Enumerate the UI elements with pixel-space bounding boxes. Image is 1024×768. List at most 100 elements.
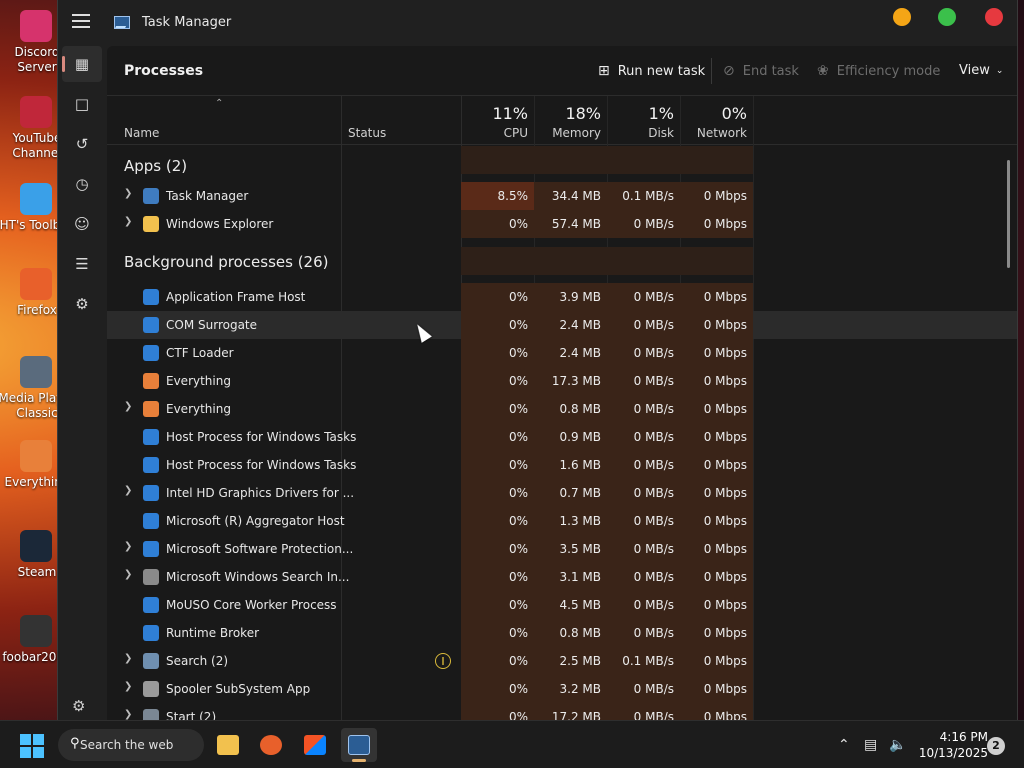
taskbar-store[interactable]	[297, 728, 333, 762]
chevron-right-icon[interactable]: ❯	[124, 681, 132, 692]
minimize-button[interactable]	[893, 8, 911, 26]
clock-time: 4:16 PM	[939, 730, 988, 744]
discord-icon	[20, 10, 52, 42]
services-icon: ⚙	[75, 295, 89, 313]
close-button[interactable]	[985, 8, 1003, 26]
process-row[interactable]: 0% 3.2 MB 0 MB/s 0 Mbps ❯ Spooler SubSystem A…	[107, 675, 1017, 703]
process-row[interactable]: 0% 2.4 MB 0 MB/s 0 Mbps CTF Loader	[107, 339, 1017, 367]
run-new-task-button[interactable]: ⊞ Run new task	[598, 63, 705, 79]
process-row[interactable]: 0% 2.4 MB 0 MB/s 0 Mbps COM Surrogate	[107, 311, 1017, 339]
firefox-icon	[20, 268, 52, 300]
group-header-apps[interactable]: Apps (2)	[124, 157, 187, 175]
process-row[interactable]: 0% 4.5 MB 0 MB/s 0 Mbps MoUSO Core Worker Pr…	[107, 591, 1017, 619]
efficiency-mode-button[interactable]: ❀ Efficiency mode	[817, 63, 940, 79]
maximize-button[interactable]	[938, 8, 956, 26]
taskbar-search[interactable]: ⚲ Search the web	[58, 729, 204, 761]
column-status[interactable]: Status	[348, 126, 386, 140]
nav-startup-apps[interactable]: ◷	[62, 166, 102, 202]
nav-processes[interactable]: ▦	[62, 46, 102, 82]
process-row[interactable]: 0% 2.5 MB 0.1 MB/s 0 Mbps ❯ Search (2) ‖	[107, 647, 1017, 675]
notification-badge[interactable]: 2	[987, 737, 1005, 755]
task-manager-icon	[348, 735, 370, 755]
folder-icon	[217, 735, 239, 755]
taskbar-file-explorer[interactable]	[210, 728, 246, 762]
end-task-button[interactable]: ⊘ End task	[723, 63, 799, 79]
process-name: Runtime Broker	[166, 626, 260, 640]
process-row[interactable]: 0% 3.5 MB 0 MB/s 0 Mbps ❯ Microsoft Software …	[107, 535, 1017, 563]
process-row[interactable]: 0% 3.9 MB 0 MB/s 0 Mbps Application Frame Ho…	[107, 283, 1017, 311]
column-network[interactable]: Network	[680, 126, 747, 140]
taskbar-firefox[interactable]	[253, 728, 289, 762]
nav-users[interactable]: ☺	[62, 206, 102, 242]
chevron-right-icon[interactable]: ❯	[124, 401, 132, 412]
end-task-label: End task	[742, 63, 799, 79]
chevron-right-icon[interactable]: ❯	[124, 541, 132, 552]
everything-icon	[143, 401, 159, 417]
view-dropdown[interactable]: View ⌄	[959, 63, 1003, 78]
title-bar[interactable]: Task Manager	[58, 0, 1017, 46]
cell-memory: 17.3 MB	[534, 367, 607, 395]
chevron-right-icon[interactable]: ❯	[124, 188, 132, 199]
start-button[interactable]	[20, 734, 44, 758]
chevron-right-icon[interactable]: ❯	[124, 485, 132, 496]
nav-details[interactable]: ☰	[62, 246, 102, 282]
chevron-right-icon[interactable]: ❯	[124, 216, 132, 227]
process-row[interactable]: 0% 57.4 MB 0 MB/s 0 Mbps ❯ Windows Explorer	[107, 210, 1017, 238]
clock-date: 10/13/2025	[918, 746, 988, 760]
cell-network: 0 Mbps	[680, 367, 753, 395]
process-row[interactable]: 0% 0.8 MB 0 MB/s 0 Mbps ❯ Everything	[107, 395, 1017, 423]
clock[interactable]: 4:16 PM 10/13/2025	[916, 729, 988, 761]
chevron-up-icon[interactable]: ⌃	[838, 737, 850, 753]
cell-cpu: 0%	[461, 423, 534, 451]
hamburger-menu-icon[interactable]	[72, 14, 90, 30]
cell-network: 0 Mbps	[680, 339, 753, 367]
cell-disk: 0 MB/s	[607, 479, 680, 507]
network-total: 0%	[721, 104, 747, 123]
cell-disk: 0 MB/s	[607, 339, 680, 367]
process-row[interactable]: 8.5% 34.4 MB 0.1 MB/s 0 Mbps ❯ Task Manager	[107, 182, 1017, 210]
process-row[interactable]: 0% 17.2 MB 0 MB/s 0 Mbps ❯ Start (2)	[107, 703, 1017, 720]
column-cpu[interactable]: CPU	[461, 126, 528, 140]
leaf-icon: ❀	[817, 63, 829, 79]
process-row[interactable]: 0% 3.1 MB 0 MB/s 0 Mbps ❯ Microsoft Windows S…	[107, 563, 1017, 591]
nav-services[interactable]: ⚙	[62, 286, 102, 322]
column-name[interactable]: Name	[124, 126, 159, 140]
column-memory[interactable]: Memory	[534, 126, 601, 140]
cell-network: 0 Mbps	[680, 283, 753, 311]
column-disk[interactable]: Disk	[607, 126, 674, 140]
process-row[interactable]: 0% 0.9 MB 0 MB/s 0 Mbps Host Process for Win…	[107, 423, 1017, 451]
table-header: ⌃ Name Status 11% CPU 18% Memory 1% Disk…	[107, 96, 1017, 145]
cell-memory: 1.3 MB	[534, 507, 607, 535]
process-name: Search (2)	[166, 654, 229, 668]
cell-cpu: 0%	[461, 703, 534, 720]
process-row[interactable]: 0% 17.3 MB 0 MB/s 0 Mbps Everything	[107, 367, 1017, 395]
taskbar-task-manager[interactable]	[341, 728, 377, 762]
volume-icon[interactable]: 🔈	[889, 737, 906, 753]
app-generic-icon	[143, 345, 159, 361]
process-name: Microsoft Windows Search In...	[166, 570, 350, 584]
view-label: View	[959, 63, 990, 78]
cell-network: 0 Mbps	[680, 563, 753, 591]
chevron-right-icon[interactable]: ❯	[124, 569, 132, 580]
process-row[interactable]: 0% 0.7 MB 0 MB/s 0 Mbps ❯ Intel HD Graphics D…	[107, 479, 1017, 507]
network-icon[interactable]: ▤	[864, 737, 877, 753]
window-title: Task Manager	[142, 15, 232, 30]
process-row[interactable]: 0% 0.8 MB 0 MB/s 0 Mbps Runtime Broker	[107, 619, 1017, 647]
group-header-background[interactable]: Background processes (26)	[124, 253, 329, 271]
chevron-right-icon[interactable]: ❯	[124, 653, 132, 664]
chevron-right-icon[interactable]: ❯	[124, 709, 132, 720]
settings-icon[interactable]: ⚙	[72, 697, 85, 715]
printer-icon	[143, 681, 159, 697]
cell-network: 0 Mbps	[680, 647, 753, 675]
cell-disk: 0 MB/s	[607, 311, 680, 339]
nav-app-history[interactable]: ↺	[62, 126, 102, 162]
firefox-icon	[260, 735, 282, 755]
search-indexer-icon	[143, 569, 159, 585]
scrollbar[interactable]	[1007, 160, 1010, 268]
nav-performance[interactable]: □	[62, 86, 102, 122]
process-row[interactable]: 0% 1.3 MB 0 MB/s 0 Mbps Microsoft (R) Aggreg…	[107, 507, 1017, 535]
processes-icon: ▦	[74, 55, 90, 73]
process-name: CTF Loader	[166, 346, 234, 360]
cell-disk: 0.1 MB/s	[607, 647, 680, 675]
process-row[interactable]: 0% 1.6 MB 0 MB/s 0 Mbps Host Process for Win…	[107, 451, 1017, 479]
